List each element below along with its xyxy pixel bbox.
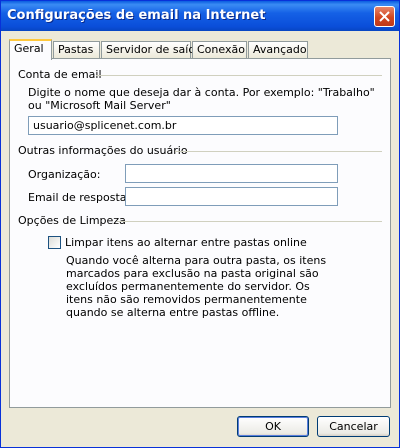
organization-label: Organização: <box>28 168 101 181</box>
tab-label: Avançado <box>253 43 307 56</box>
tab-label: Conexão <box>197 43 245 56</box>
group-label-account: Conta de email <box>18 68 102 81</box>
account-name-input[interactable]: usuario@splicenet.com.br <box>28 116 338 135</box>
account-description: Digite o nome que deseja dar à conta. Po… <box>28 86 375 112</box>
tab-conexao[interactable]: Conexão <box>192 41 247 58</box>
window-title: Configurações de email na Internet <box>7 8 266 23</box>
tab-geral[interactable]: Geral <box>9 39 52 60</box>
group-divider <box>96 75 382 76</box>
cancel-button[interactable]: Cancelar <box>317 416 390 437</box>
dialog-window: Configurações de email na Internet Geral… <box>0 0 400 448</box>
tab-label: Pastas <box>58 43 94 56</box>
tab-label: Servidor de saída <box>106 43 203 56</box>
tab-avancado[interactable]: Avançado <box>248 41 308 58</box>
group-label-cleanup: Opções de Limpeza <box>18 214 126 227</box>
cleanup-help-text: Quando você alterna para outra pasta, os… <box>66 254 327 319</box>
cleanup-checkbox-label[interactable]: Limpar itens ao alternar entre pastas on… <box>65 236 307 249</box>
organization-input[interactable] <box>125 164 338 183</box>
close-icon <box>379 11 390 22</box>
reply-email-label: Email de resposta: <box>28 191 131 204</box>
group-divider <box>117 221 382 222</box>
tab-servidor-de-saida[interactable]: Servidor de saída <box>101 41 202 58</box>
close-button[interactable] <box>374 6 395 27</box>
tab-pastas[interactable]: Pastas <box>53 41 100 58</box>
cleanup-checkbox[interactable] <box>48 236 61 249</box>
group-label-user-info: Outras informações do usuário <box>18 144 188 157</box>
tab-label: Geral <box>14 42 44 55</box>
title-bar[interactable]: Configurações de email na Internet <box>1 1 399 31</box>
reply-email-input[interactable] <box>125 187 338 206</box>
tab-panel-geral: Conta de email Digite o nome que deseja … <box>9 58 391 408</box>
group-divider <box>175 151 382 152</box>
ok-button[interactable]: OK <box>237 416 309 437</box>
